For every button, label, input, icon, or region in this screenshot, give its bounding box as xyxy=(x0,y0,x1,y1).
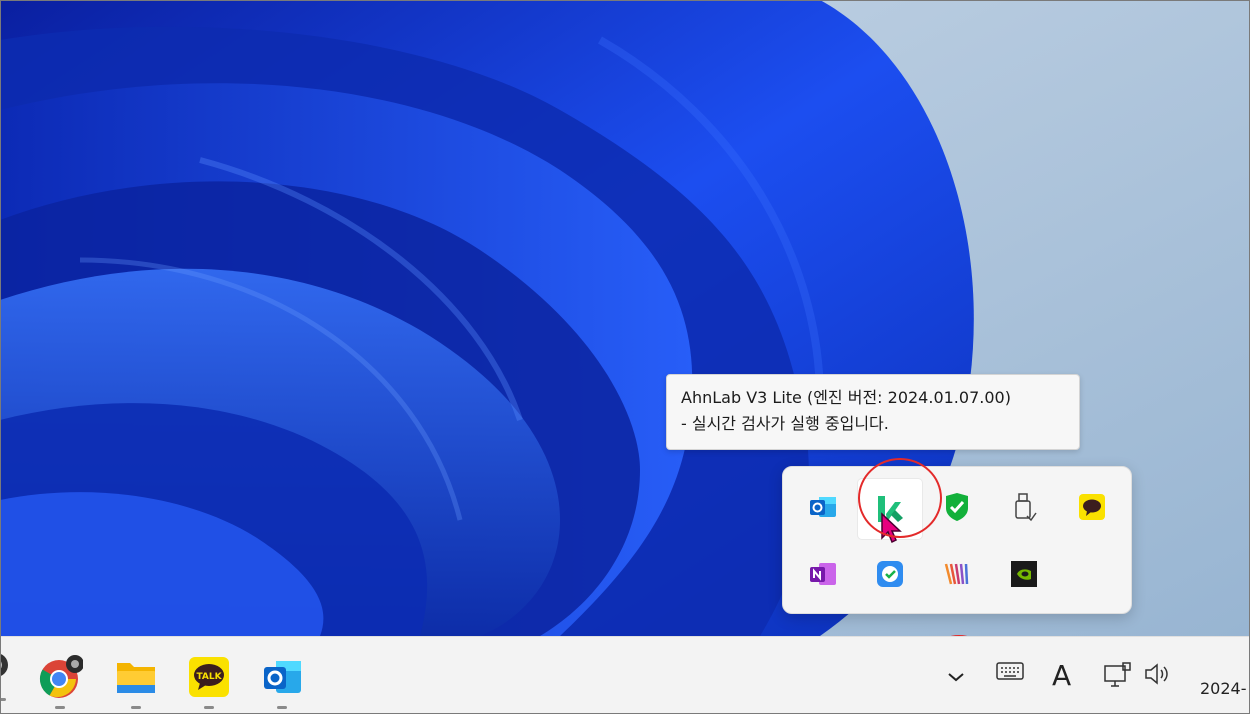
kakaotalk-taskbar-icon[interactable]: TALK xyxy=(183,651,235,709)
tray-overflow-popup xyxy=(782,466,1132,614)
running-indicator xyxy=(131,706,141,709)
file-explorer-icon[interactable] xyxy=(110,651,162,709)
outlook-icon[interactable] xyxy=(803,487,843,527)
keyboard-icon[interactable] xyxy=(996,661,1024,681)
outlook-taskbar-icon[interactable] xyxy=(256,651,308,709)
ahnlab-tooltip: AhnLab V3 Lite (엔진 버전: 2024.01.07.00) - … xyxy=(666,374,1080,450)
running-indicator xyxy=(204,706,214,709)
usb-device-icon[interactable] xyxy=(1004,487,1044,527)
tooltip-line-1: AhnLab V3 Lite (엔진 버전: 2024.01.07.00) xyxy=(681,388,1011,407)
network-icon[interactable] xyxy=(1103,661,1133,691)
show-hidden-icons-button[interactable] xyxy=(936,657,976,697)
chevron-down-icon xyxy=(948,673,964,682)
kakaotalk-icon[interactable] xyxy=(1072,487,1112,527)
shield-check-icon[interactable] xyxy=(937,487,977,527)
kakaotalk-label: TALK xyxy=(196,672,222,682)
bandizip-stripes-icon[interactable] xyxy=(937,554,977,594)
volume-icon[interactable] xyxy=(1143,661,1171,687)
ime-icon[interactable]: A xyxy=(1052,659,1071,692)
onenote-icon[interactable] xyxy=(803,554,843,594)
chrome-icon[interactable] xyxy=(34,651,86,709)
clock-date[interactable]: 2024- xyxy=(1200,679,1247,698)
nvidia-icon[interactable] xyxy=(1004,554,1044,594)
cloud-sync-icon[interactable] xyxy=(870,554,910,594)
running-indicator xyxy=(277,706,287,709)
partial-app-icon[interactable] xyxy=(0,651,12,701)
running-indicator xyxy=(55,706,65,709)
tooltip-line-2: - 실시간 검사가 실행 중입니다. xyxy=(681,414,889,433)
taskbar: TALK A 2024- xyxy=(0,636,1250,714)
mouse-cursor xyxy=(880,512,904,552)
running-indicator xyxy=(0,698,6,701)
